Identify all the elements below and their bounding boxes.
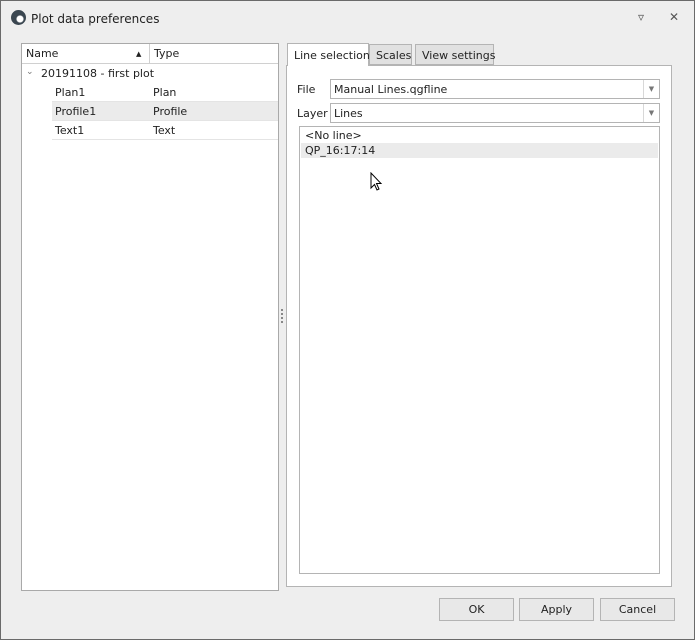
tab-panel-line-selection: File Manual Lines.qgfline ▼ Layer Lines …	[286, 65, 672, 587]
dropdown-arrow-icon[interactable]: ▼	[643, 104, 659, 122]
splitter-handle[interactable]	[281, 309, 283, 323]
row-type: Profile	[153, 105, 188, 118]
apply-button[interactable]: Apply	[519, 598, 594, 621]
close-icon[interactable]: ✕	[669, 10, 679, 24]
file-dropdown[interactable]: Manual Lines.qgfline ▼	[330, 79, 660, 99]
pin-icon[interactable]: ▿	[638, 10, 644, 24]
tab-view-settings[interactable]: View settings	[415, 44, 495, 65]
list-item[interactable]: QP_16:17:14	[301, 143, 658, 158]
layer-dropdown[interactable]: Lines ▼	[330, 103, 660, 123]
tree-header: Name ▲ Type	[22, 44, 278, 64]
row-name: Plan1	[55, 86, 86, 99]
layer-value: Lines	[334, 107, 363, 120]
tree-root-row[interactable]: ⌄ 20191108 - first plot	[22, 64, 278, 83]
dialog-window: Plot data preferences ▿ ✕ Name ▲ Type ⌄ …	[0, 0, 695, 640]
plot-tree[interactable]: Name ▲ Type ⌄ 20191108 - first plot Plan…	[21, 43, 279, 591]
column-header-name[interactable]: Name	[26, 47, 58, 60]
tree-row[interactable]: Plan1 Plan	[52, 83, 278, 102]
window-title: Plot data preferences	[31, 12, 160, 26]
tree-row[interactable]: Profile1 Profile	[52, 102, 278, 121]
sort-ascending-icon: ▲	[136, 50, 142, 58]
row-type: Text	[153, 124, 176, 137]
tab-scales[interactable]: Scales	[369, 44, 412, 65]
app-logo-icon	[11, 10, 26, 25]
layer-label: Layer	[297, 107, 328, 120]
file-label: File	[297, 83, 316, 96]
row-type: Plan	[153, 86, 177, 99]
row-name: Profile1	[55, 105, 97, 118]
list-item[interactable]: <No line>	[301, 128, 658, 143]
tree-row[interactable]: Text1 Text	[52, 121, 278, 140]
tree-root-label: 20191108 - first plot	[41, 67, 155, 80]
ok-button[interactable]: OK	[439, 598, 514, 621]
column-header-type[interactable]: Type	[154, 47, 179, 60]
mouse-cursor-icon	[370, 172, 383, 191]
chevron-down-icon[interactable]: ⌄	[26, 67, 34, 77]
file-value: Manual Lines.qgfline	[334, 83, 448, 96]
cancel-button[interactable]: Cancel	[600, 598, 675, 621]
tab-line-selection[interactable]: Line selection	[287, 43, 370, 66]
line-list[interactable]: <No line> QP_16:17:14	[299, 126, 660, 574]
title-bar: Plot data preferences ▿ ✕	[1, 1, 694, 35]
row-name: Text1	[55, 124, 85, 137]
dropdown-arrow-icon[interactable]: ▼	[643, 80, 659, 98]
